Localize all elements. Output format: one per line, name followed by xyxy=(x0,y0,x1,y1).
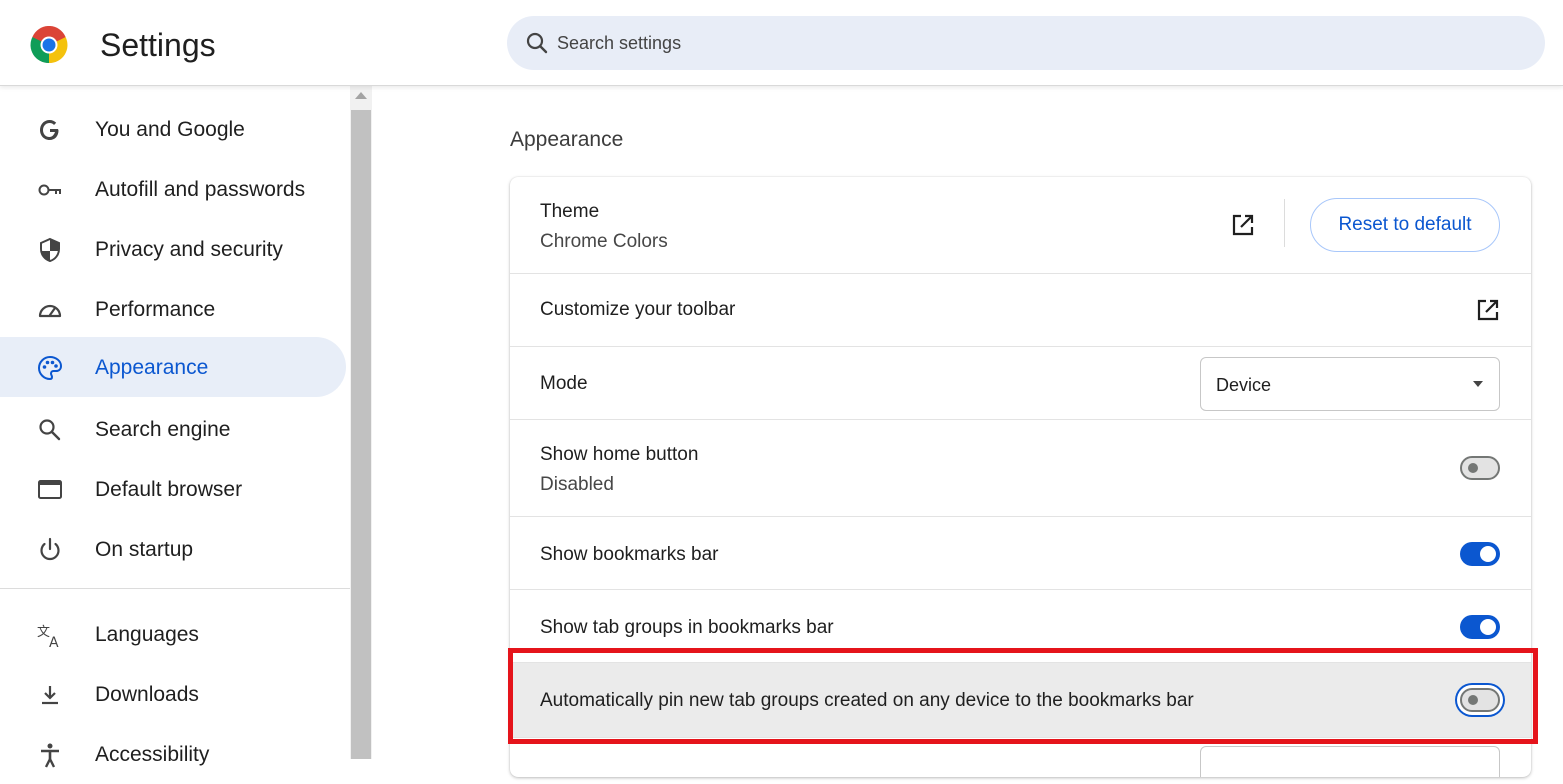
sidebar-item-label: Search engine xyxy=(95,418,231,441)
tab-groups-toggle[interactable] xyxy=(1460,615,1500,639)
auto-pin-label: Automatically pin new tab groups created… xyxy=(540,690,1194,711)
search-icon xyxy=(39,419,61,441)
toggle-knob xyxy=(1480,619,1496,635)
sidebar-item-label: On startup xyxy=(95,538,194,561)
theme-value: Chrome Colors xyxy=(540,231,668,252)
google-g-icon xyxy=(40,120,59,140)
customize-toolbar-label: Customize your toolbar xyxy=(540,299,736,320)
sidebar-item-label: Accessibility xyxy=(95,743,210,766)
open-external-icon[interactable] xyxy=(1230,212,1256,238)
sidebar-item-autofill[interactable]: Autofill and passwords xyxy=(0,159,346,219)
toggle-knob xyxy=(1468,695,1478,705)
sidebar-item-label: Downloads xyxy=(95,683,199,706)
mode-select-value: Device xyxy=(1216,375,1272,395)
scrollbar-thumb[interactable] xyxy=(351,110,371,759)
toggle-knob xyxy=(1480,546,1496,562)
vertical-separator xyxy=(1284,199,1285,247)
next-setting-row xyxy=(510,737,1531,777)
theme-row: Theme Chrome Colors Reset to default xyxy=(510,177,1531,273)
shield-icon xyxy=(40,237,60,263)
section-title: Appearance xyxy=(510,128,624,151)
sidebar-item-languages[interactable]: 文 A Languages xyxy=(0,604,346,664)
mode-label: Mode xyxy=(540,373,588,394)
reset-to-default-button[interactable]: Reset to default xyxy=(1310,198,1500,252)
sidebar-item-search-engine[interactable]: Search engine xyxy=(0,399,346,459)
sidebar-item-privacy[interactable]: Privacy and security xyxy=(0,219,346,279)
home-button-label: Show home button xyxy=(540,444,699,465)
auto-pin-row: Automatically pin new tab groups created… xyxy=(510,662,1531,737)
page-title: Settings xyxy=(100,27,216,63)
sidebar-divider xyxy=(0,588,350,589)
download-icon xyxy=(42,686,58,705)
sidebar-item-label: Appearance xyxy=(95,356,209,379)
palette-icon xyxy=(37,355,63,381)
sidebar-item-performance[interactable]: Performance xyxy=(0,279,346,339)
sidebar-item-accessibility[interactable]: Accessibility xyxy=(0,724,346,784)
sidebar-item-label: Performance xyxy=(95,298,216,321)
home-button-toggle[interactable] xyxy=(1460,456,1500,480)
home-button-status: Disabled xyxy=(540,474,614,495)
bookmarks-bar-label: Show bookmarks bar xyxy=(540,544,719,565)
sidebar-item-appearance[interactable]: Appearance xyxy=(0,337,346,397)
partial-select[interactable] xyxy=(1200,746,1500,777)
theme-label: Theme xyxy=(540,201,600,222)
sidebar-item-label: You and Google xyxy=(95,118,245,141)
mode-row: Mode Device xyxy=(510,346,1531,419)
search-input[interactable] xyxy=(557,16,1457,70)
power-icon xyxy=(40,537,60,561)
toggle-knob xyxy=(1468,463,1478,473)
translate-icon: 文 A xyxy=(37,625,59,649)
sidebar-item-on-startup[interactable]: On startup xyxy=(0,519,346,579)
sidebar-item-label: Languages xyxy=(95,623,199,646)
sidebar-item-default-browser[interactable]: Default browser xyxy=(0,459,346,519)
customize-toolbar-row[interactable]: Customize your toolbar xyxy=(510,273,1531,346)
bookmarks-bar-toggle[interactable] xyxy=(1460,542,1500,566)
open-external-icon[interactable] xyxy=(1475,297,1501,323)
sidebar-item-downloads[interactable]: Downloads xyxy=(0,664,346,724)
search-icon xyxy=(526,32,548,54)
chrome-logo-icon xyxy=(30,26,68,64)
search-bar[interactable] xyxy=(507,16,1545,70)
tab-groups-row: Show tab groups in bookmarks bar xyxy=(510,589,1531,662)
accessibility-icon xyxy=(41,743,59,768)
sidebar: You and Google Autofill and passwords Pr… xyxy=(0,86,350,768)
tab-groups-label: Show tab groups in bookmarks bar xyxy=(540,617,834,638)
key-icon xyxy=(38,184,61,196)
chevron-down-icon xyxy=(1473,381,1483,387)
header-bar: Settings xyxy=(0,0,1563,86)
browser-window-icon xyxy=(38,480,62,499)
sidebar-item-you-and-google[interactable]: You and Google xyxy=(0,99,346,159)
home-button-row: Show home button Disabled xyxy=(510,419,1531,516)
mode-select[interactable]: Device xyxy=(1200,357,1500,411)
auto-pin-toggle[interactable] xyxy=(1460,688,1500,712)
sidebar-item-label: Autofill and passwords xyxy=(95,178,306,201)
scroll-up-arrow-icon[interactable] xyxy=(355,92,367,99)
sidebar-item-label: Default browser xyxy=(95,478,243,501)
speedometer-icon xyxy=(38,304,62,318)
appearance-card: Theme Chrome Colors Reset to default Cus… xyxy=(510,177,1531,777)
bookmarks-bar-row: Show bookmarks bar xyxy=(510,516,1531,589)
sidebar-item-label: Privacy and security xyxy=(95,238,283,261)
sidebar-scrollbar[interactable] xyxy=(350,86,372,759)
svg-text:A: A xyxy=(49,635,59,649)
